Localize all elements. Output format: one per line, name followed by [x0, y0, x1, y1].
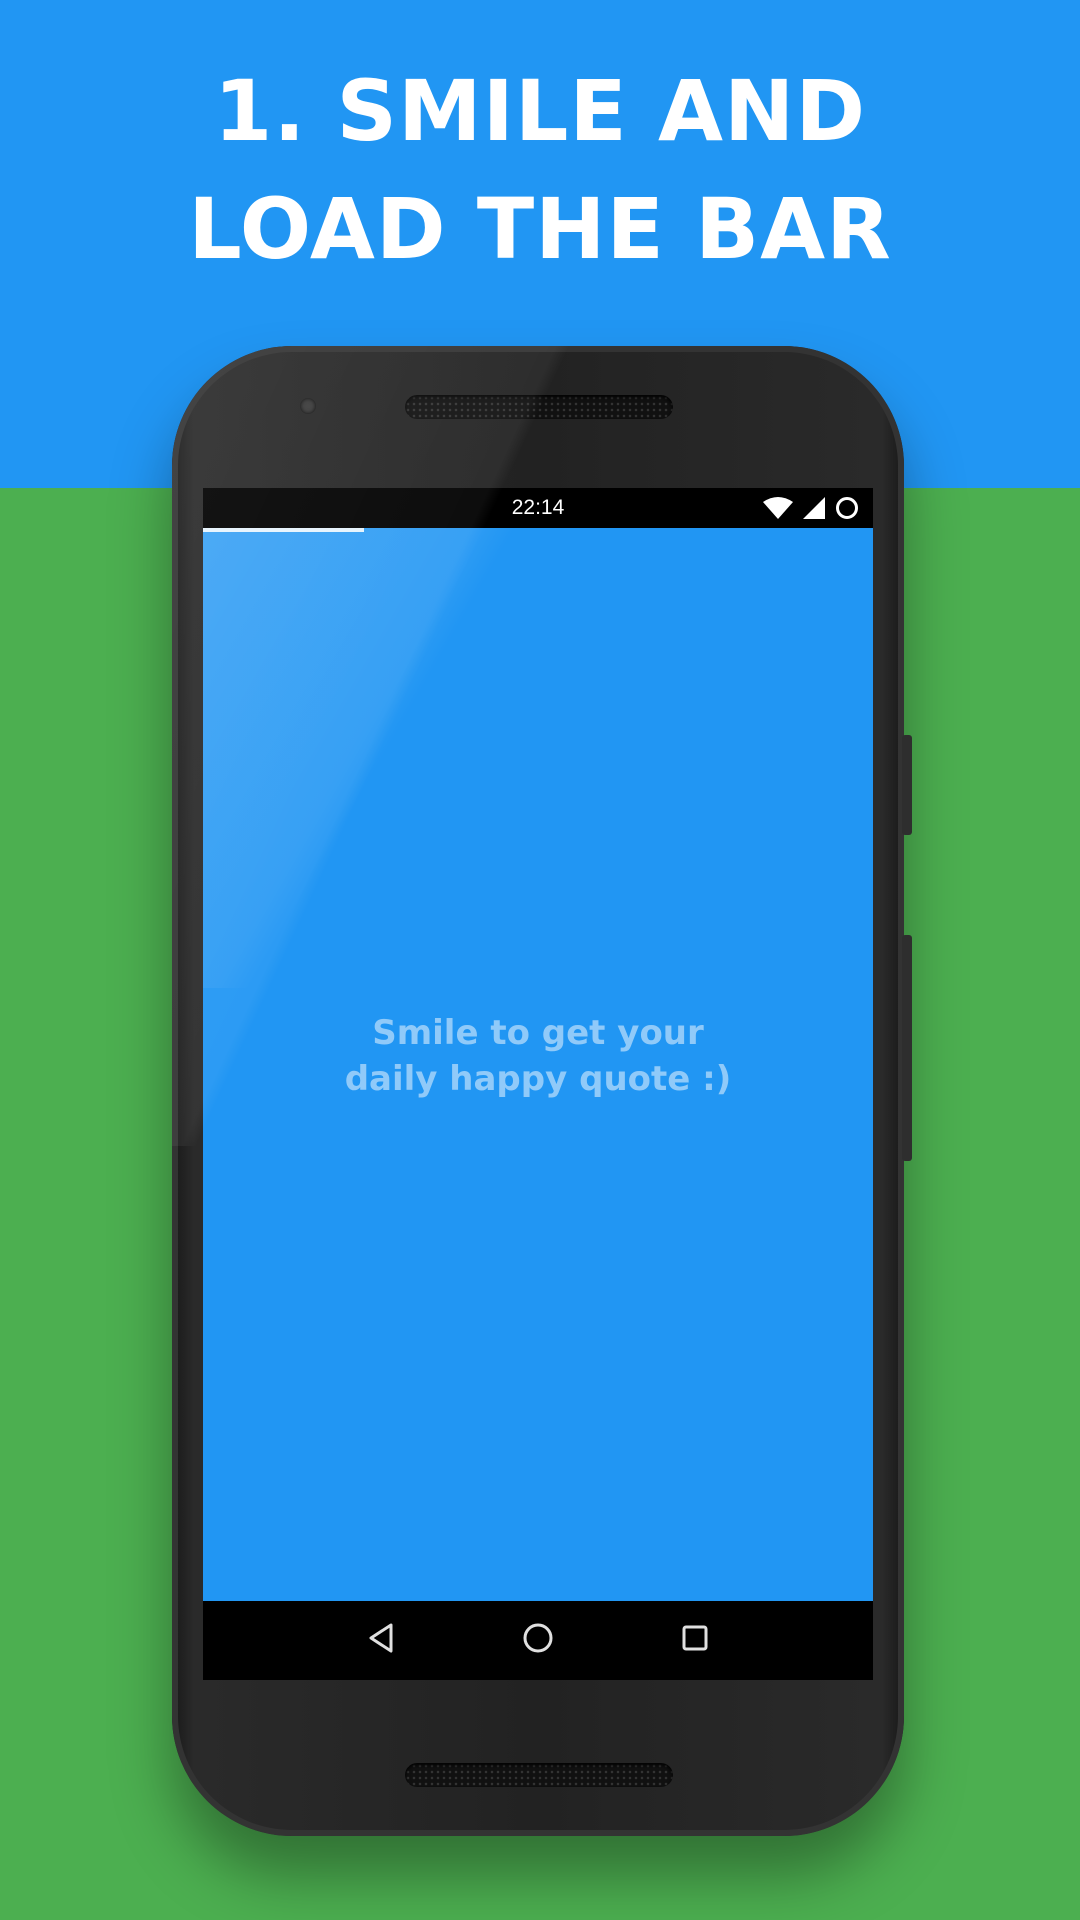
- screen-glare: [203, 528, 643, 988]
- front-camera: [300, 398, 316, 414]
- app-screen[interactable]: Smile to get your daily happy quote :): [203, 528, 873, 1601]
- headline-line-2: LOAD THE BAR: [188, 180, 892, 278]
- smile-progress-bar: [203, 528, 873, 532]
- recents-icon: [681, 1624, 709, 1657]
- home-icon: [522, 1622, 554, 1659]
- power-button: [902, 735, 912, 835]
- top-speaker-grille: [405, 395, 673, 419]
- headline-line-1: 1. SMILE AND: [213, 62, 867, 160]
- prompt-line-2: daily happy quote :): [344, 1059, 732, 1099]
- bottom-speaker-grille: [405, 1763, 673, 1787]
- smile-progress-fill: [203, 528, 364, 532]
- promo-headline: 1. SMILE AND LOAD THE BAR: [0, 52, 1080, 288]
- prompt-line-1: Smile to get your: [372, 1013, 704, 1053]
- back-button[interactable]: [351, 1611, 411, 1671]
- battery-circle-icon: [835, 496, 859, 520]
- home-button[interactable]: [508, 1611, 568, 1671]
- status-bar: 22:14: [203, 488, 873, 528]
- smile-prompt: Smile to get your daily happy quote :): [203, 1010, 873, 1102]
- phone-screen: 22:14 Smile to get your daily happy quot…: [203, 488, 873, 1680]
- wifi-icon: [763, 497, 793, 519]
- navigation-bar: [203, 1601, 873, 1680]
- back-icon: [367, 1622, 395, 1659]
- cell-signal-icon: [803, 497, 825, 519]
- volume-button: [902, 935, 912, 1161]
- recents-button[interactable]: [665, 1611, 725, 1671]
- status-icons: [763, 496, 859, 520]
